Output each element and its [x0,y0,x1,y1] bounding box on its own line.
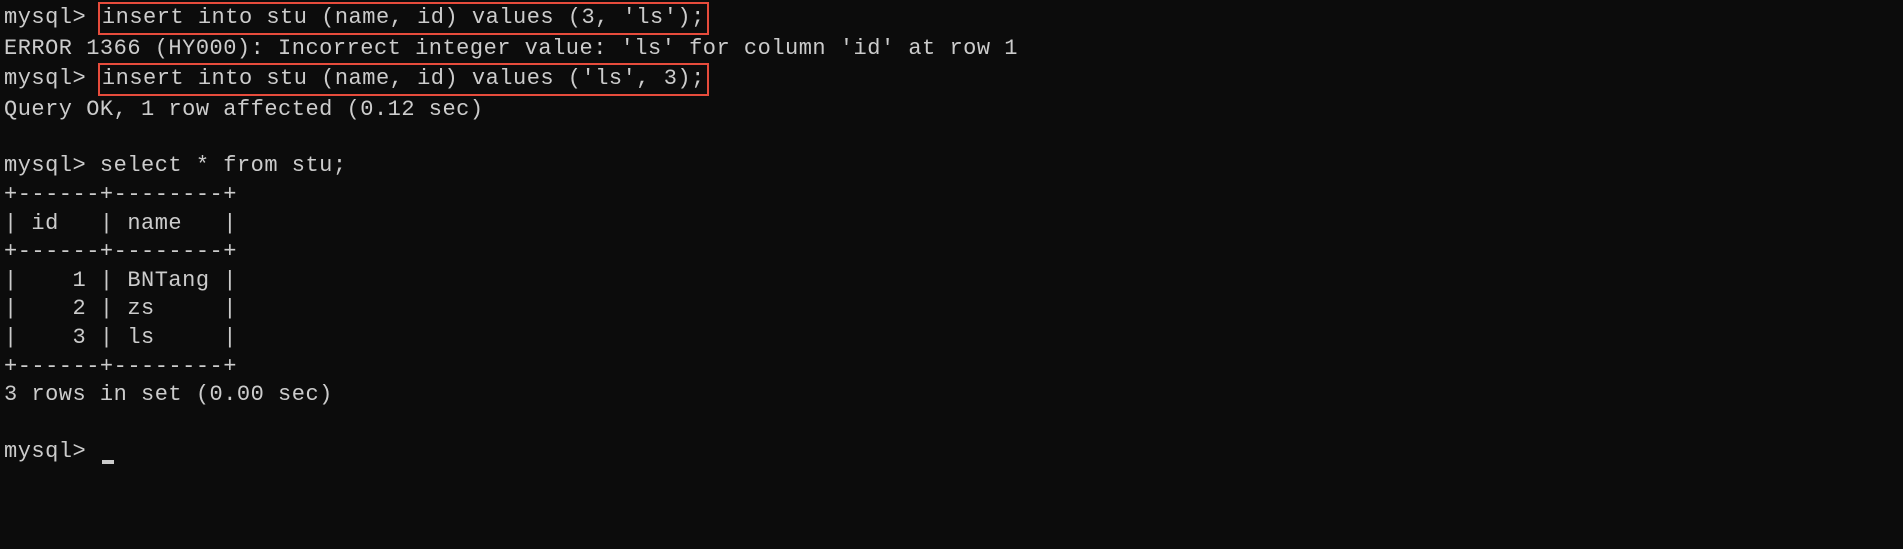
terminal-result-line: 3 rows in set (0.00 sec) [4,381,1899,410]
mysql-prompt: mysql> [4,439,100,464]
cursor-icon [102,460,114,464]
terminal-result-line: Query OK, 1 row affected (0.12 sec) [4,96,1899,125]
mysql-prompt: mysql> [4,153,100,178]
terminal-line-3: mysql> select * from stu; [4,152,1899,181]
terminal-prompt-line[interactable]: mysql> [4,438,1899,467]
mysql-prompt: mysql> [4,5,100,30]
highlighted-command-1: insert into stu (name, id) values (3, 'l… [98,2,709,35]
terminal-line-1: mysql> insert into stu (name, id) values… [4,2,1899,35]
table-border-top: +------+--------+ [4,181,1899,210]
mysql-prompt: mysql> [4,66,100,91]
table-row: | 1 | BNTang | [4,267,1899,296]
terminal-error-line: ERROR 1366 (HY000): Incorrect integer va… [4,35,1899,64]
select-command: select * from stu; [100,153,347,178]
table-header-row: | id | name | [4,210,1899,239]
terminal-line-2: mysql> insert into stu (name, id) values… [4,63,1899,96]
terminal-blank-line [4,410,1899,438]
highlighted-command-2: insert into stu (name, id) values ('ls',… [98,63,709,96]
table-border-mid: +------+--------+ [4,238,1899,267]
table-border-bot: +------+--------+ [4,353,1899,382]
table-row: | 2 | zs | [4,295,1899,324]
terminal-blank-line [4,124,1899,152]
table-row: | 3 | ls | [4,324,1899,353]
